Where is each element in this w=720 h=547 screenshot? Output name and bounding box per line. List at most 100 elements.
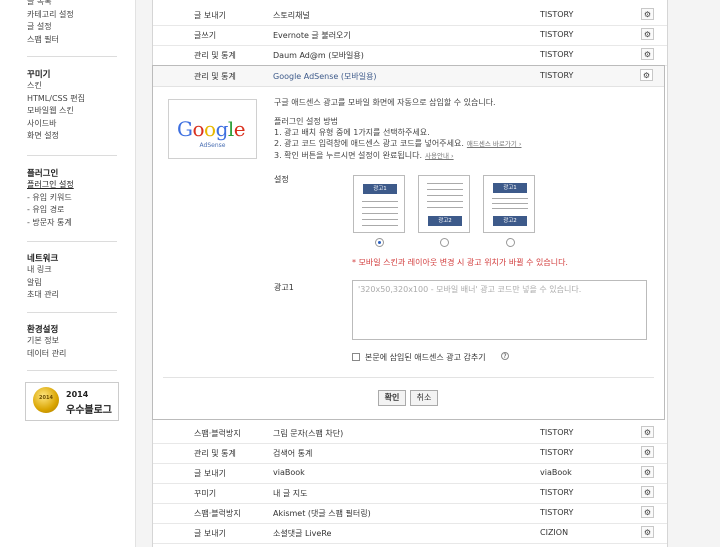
sidebar-item-post-settings[interactable]: 글 설정 — [27, 21, 74, 34]
row-category: 글 보내기 — [194, 469, 226, 478]
layout-radio-top[interactable] — [375, 238, 384, 247]
table-row[interactable]: 글쓰기 Evernote 글 불러오기 TISTORY ⚙ — [153, 25, 667, 46]
sidebar-item-inflow-keyword[interactable]: - 유입 키워드 — [27, 192, 74, 205]
gear-icon[interactable]: ⚙ — [641, 446, 654, 458]
sidebar-item-visitor-stats[interactable]: - 방문자 통계 — [27, 217, 74, 230]
sidebar-item-skin[interactable]: 스킨 — [27, 80, 85, 93]
gear-icon[interactable]: ⚙ — [641, 28, 654, 40]
row-category: 관리 및 통계 — [194, 449, 236, 458]
sidebar: 글 목록 카테고리 설정 글 설정 스팸 필터 꾸미기 스킨 HTML/CSS … — [0, 0, 136, 547]
gear-icon[interactable]: ⚙ — [641, 506, 654, 518]
usage-guide-link[interactable]: 사용안내 › — [425, 152, 454, 160]
sidebar-item-mobile-skin[interactable]: 모바일웹 스킨 — [27, 105, 85, 118]
layout-warning: * 모바일 스킨과 레이아웃 변경 시 광고 위치가 바뀔 수 있습니다. — [352, 258, 568, 267]
sidebar-section-plugin: 플러그인 플러그인 설정 - 유입 키워드 - 유입 경로 - 방문자 통계 — [27, 167, 74, 229]
row-category: 꾸미기 — [194, 489, 217, 498]
row-category: 글쓰기 — [194, 31, 217, 40]
gear-icon[interactable]: ⚙ — [641, 8, 654, 20]
badge-year: 2014 — [66, 390, 89, 399]
divider — [163, 377, 654, 378]
row-name: 스토리채널 — [273, 11, 310, 20]
panel-category: 관리 및 통계 — [194, 72, 236, 81]
sidebar-item-sidebar[interactable]: 사이드바 — [27, 118, 85, 131]
row-name: 그림 문자(스팸 차단) — [273, 429, 344, 438]
row-category: 글 보내기 — [194, 11, 226, 20]
layout-radio-bottom[interactable] — [440, 238, 449, 247]
adsense-sublabel: AdSense — [199, 142, 226, 149]
sidebar-item-screen[interactable]: 화면 설정 — [27, 130, 85, 143]
gear-icon[interactable]: ⚙ — [641, 526, 654, 538]
sidebar-heading-decor: 꾸미기 — [27, 70, 51, 80]
row-name: 내 글 지도 — [273, 489, 308, 498]
setting-label: 설정 — [274, 175, 289, 184]
sidebar-section-network: 네트워크 내 링크 알림 초대 관리 — [27, 252, 59, 302]
table-row[interactable]: 관리 및 통계 검색어 통계 TISTORY ⚙ — [153, 443, 667, 464]
layout-option-both[interactable]: 광고1 광고2 — [483, 175, 535, 233]
sidebar-section-decor: 꾸미기 스킨 HTML/CSS 편집 모바일웹 스킨 사이드바 화면 설정 — [27, 68, 85, 143]
row-maker: TISTORY — [540, 30, 574, 39]
divider — [27, 56, 117, 57]
gear-icon[interactable]: ⚙ — [640, 69, 653, 81]
google-logo-icon: Google — [177, 117, 246, 141]
sidebar-item-plugin-settings[interactable]: 플러그인 설정 — [27, 179, 74, 192]
sidebar-item-post-list[interactable]: 글 목록 — [27, 0, 74, 9]
sidebar-item-category[interactable]: 카테고리 설정 — [27, 9, 74, 22]
method-step-1: 1. 광고 배치 유형 중에 1가지를 선택하주세요. — [274, 128, 430, 137]
table-row[interactable]: 글 보내기 소셜댓글 LiveRe CIZION ⚙ — [153, 523, 667, 544]
gear-icon[interactable]: ⚙ — [641, 466, 654, 478]
badge-name: 우수블로그 — [66, 405, 112, 416]
row-maker: CIZION — [540, 528, 569, 537]
table-row[interactable]: 관리 및 통계 Daum Ad@m (모바일용) TISTORY ⚙ — [153, 45, 667, 66]
help-icon[interactable]: ? — [501, 352, 509, 360]
table-row[interactable]: 스팸·블럭방지 그림 문자(스팸 차단) TISTORY ⚙ — [153, 423, 667, 444]
row-maker: TISTORY — [540, 10, 574, 19]
plugin-description: 구글 애드센스 광고를 모바일 화면에 자동으로 삽입할 수 있습니다. 플러그… — [274, 97, 521, 162]
sidebar-item-spam-filter[interactable]: 스팸 필터 — [27, 34, 74, 47]
best-blog-badge[interactable]: 2014 2014 우수블로그 — [25, 382, 119, 421]
layout-option-bottom[interactable]: 광고2 — [418, 175, 470, 233]
ad-slot-top: 광고1 — [493, 183, 527, 193]
ad-code-textarea[interactable]: '320x50,320x100 - 모바일 배너' 광고 코드만 넣을 수 있습… — [352, 280, 647, 340]
sidebar-item-html-css[interactable]: HTML/CSS 편집 — [27, 93, 85, 106]
layout-radio-both[interactable] — [506, 238, 515, 247]
sidebar-heading-env: 환경설정 — [27, 325, 59, 335]
ad-code-placeholder: '320x50,320x100 - 모바일 배너' 광고 코드만 넣을 수 있습… — [358, 285, 582, 294]
row-name: Akismet (댓글 스팸 필터링) — [273, 509, 371, 518]
description-text: 구글 애드센스 광고를 모바일 화면에 자동으로 삽입할 수 있습니다. — [274, 98, 496, 107]
divider — [27, 155, 117, 156]
row-name: 소셜댓글 LiveRe — [273, 529, 332, 538]
row-maker: TISTORY — [540, 508, 574, 517]
sidebar-item-my-link[interactable]: 내 링크 — [27, 264, 59, 277]
row-maker: viaBook — [540, 468, 572, 477]
medal-icon: 2014 — [33, 387, 59, 413]
sidebar-section-posts: 글 목록 카테고리 설정 글 설정 스팸 필터 — [27, 0, 74, 46]
sidebar-item-notice[interactable]: 알림 — [27, 277, 59, 290]
row-maker: TISTORY — [540, 428, 574, 437]
gear-icon[interactable]: ⚙ — [641, 486, 654, 498]
panel-header[interactable]: 관리 및 통계 Google AdSense (모바일용) TISTORY ⚙ — [153, 66, 664, 87]
ad-slot-bottom: 광고2 — [428, 216, 462, 226]
sidebar-item-data-manage[interactable]: 데이터 관리 — [27, 348, 66, 361]
table-row[interactable]: 글 보내기 viaBook viaBook ⚙ — [153, 463, 667, 484]
ad-code-label: 광고1 — [274, 283, 294, 292]
sidebar-item-invite[interactable]: 초대 관리 — [27, 289, 59, 302]
hide-ads-label[interactable]: 본문에 삽입된 애드센스 광고 감추기 — [365, 352, 486, 363]
layout-option-top[interactable]: 광고1 — [353, 175, 405, 233]
confirm-button[interactable]: 확인 — [378, 390, 406, 406]
table-row[interactable]: 글 보내기 스토리채널 TISTORY ⚙ — [153, 5, 667, 26]
gear-icon[interactable]: ⚙ — [641, 48, 654, 60]
adsense-link[interactable]: 애드센스 바로가기 › — [467, 140, 522, 148]
table-row[interactable]: 스팸·블럭방지 Akismet (댓글 스팸 필터링) TISTORY ⚙ — [153, 503, 667, 524]
sidebar-item-inflow-path[interactable]: - 유입 경로 — [27, 204, 74, 217]
row-name: Evernote 글 불러오기 — [273, 31, 351, 40]
sidebar-item-basic-info[interactable]: 기본 정보 — [27, 335, 66, 348]
method-step-2: 2. 광고 코드 입력창에 애드센스 광고 코드를 넣어주세요. — [274, 139, 464, 148]
row-maker: TISTORY — [540, 488, 574, 497]
table-row[interactable]: 꾸미기 내 글 지도 TISTORY ⚙ — [153, 483, 667, 504]
sidebar-heading-network: 네트워크 — [27, 254, 59, 264]
row-maker: TISTORY — [540, 448, 574, 457]
gear-icon[interactable]: ⚙ — [641, 426, 654, 438]
hide-ads-checkbox[interactable] — [352, 353, 360, 361]
cancel-button[interactable]: 취소 — [410, 390, 438, 406]
sidebar-heading-plugin: 플러그인 — [27, 169, 59, 179]
